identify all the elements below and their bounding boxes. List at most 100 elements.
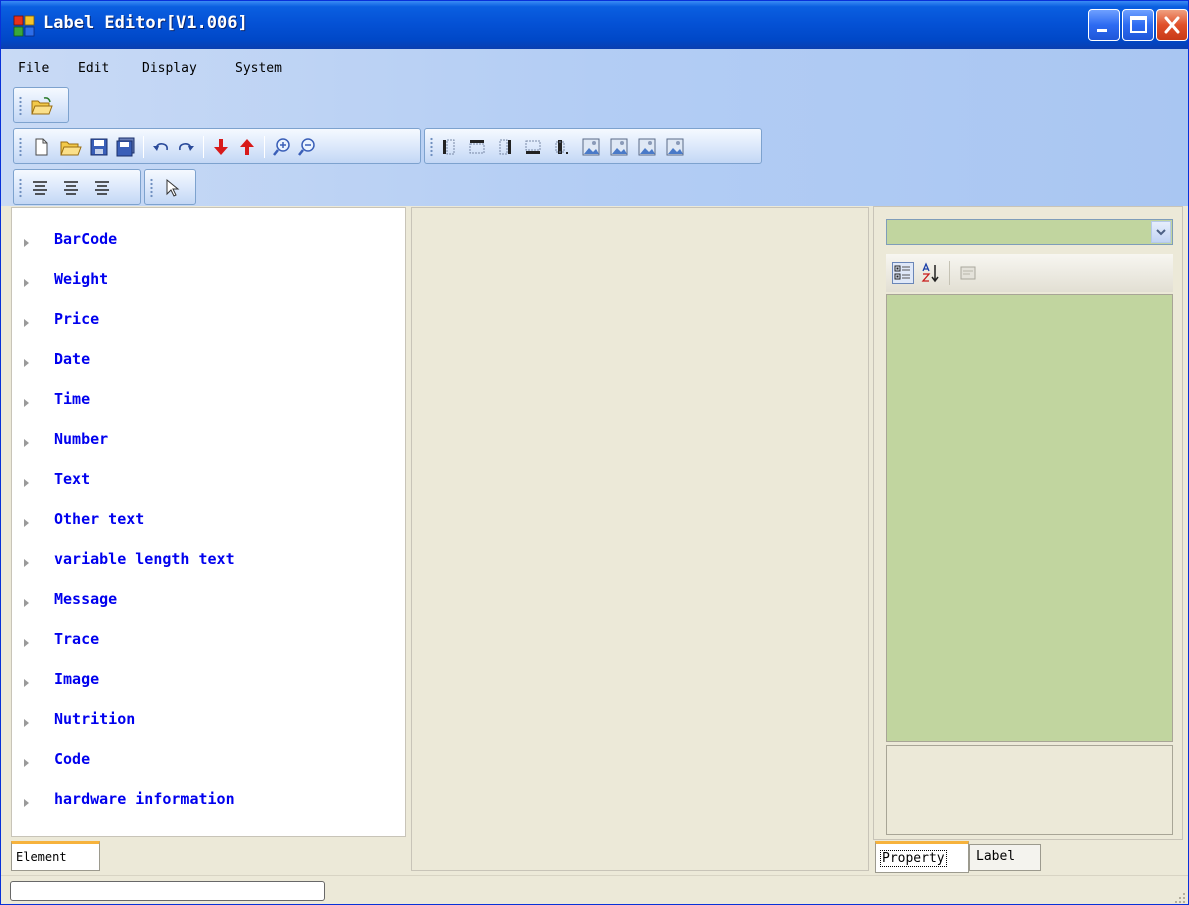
align-right-text-icon[interactable] [92, 178, 112, 198]
tree-item-label: variable length text [54, 550, 235, 568]
align-top-edge-icon[interactable] [467, 137, 487, 157]
expand-arrow-icon[interactable] [22, 794, 32, 807]
align-left-edge-icon[interactable] [439, 137, 459, 157]
align-left-text-icon[interactable] [30, 178, 50, 198]
redo-icon[interactable] [176, 137, 196, 157]
close-button[interactable] [1156, 9, 1188, 41]
save-icon[interactable] [89, 137, 109, 157]
expand-arrow-icon[interactable] [22, 714, 32, 727]
toolbar-separator [143, 136, 144, 158]
categorized-icon[interactable] [892, 262, 914, 284]
expand-arrow-icon[interactable] [22, 674, 32, 687]
menu-system[interactable]: System [235, 61, 282, 76]
zoom-in-icon[interactable] [272, 137, 292, 157]
expand-arrow-icon[interactable] [22, 434, 32, 447]
tree-item-label: Image [54, 670, 100, 688]
tree-item-label: Other text [54, 510, 145, 528]
tree-item-label: BarCode [54, 230, 118, 248]
tree-item-label: Trace [54, 630, 100, 648]
text-align-toolbar [13, 169, 141, 205]
element-tree-panel: BarCode Weight Price Date Time Number Te… [11, 207, 406, 837]
save-as-icon[interactable] [116, 137, 136, 157]
title-bar[interactable]: Label Editor[V1.006] [1, 1, 1188, 49]
maximize-button[interactable] [1122, 9, 1154, 41]
expand-arrow-icon[interactable] [22, 594, 32, 607]
status-bar [1, 875, 1188, 904]
toolbar-grip[interactable] [19, 96, 22, 116]
image-icon[interactable] [581, 137, 601, 157]
expand-arrow-icon[interactable] [22, 514, 32, 527]
toolbar-separator [203, 136, 204, 158]
tree-item-label: Weight [54, 270, 109, 288]
tab-element[interactable]: Element [11, 841, 100, 871]
tab-label[interactable]: Label [969, 844, 1041, 871]
window-title: Label Editor[V1.006] [43, 13, 248, 33]
resize-grip-icon[interactable] [1172, 889, 1186, 903]
tab-property-label: Property [880, 850, 947, 867]
expand-arrow-icon[interactable] [22, 474, 32, 487]
main-toolbar [13, 128, 421, 164]
property-grid[interactable] [886, 294, 1173, 742]
expand-arrow-icon[interactable] [22, 634, 32, 647]
command-area: File Edit Display System [1, 49, 1188, 206]
image-icon[interactable] [609, 137, 629, 157]
property-description [886, 745, 1173, 835]
menu-bar: File Edit Display System [1, 49, 1188, 87]
expand-arrow-icon[interactable] [22, 234, 32, 247]
tree-item-label: Time [54, 390, 91, 408]
image-icon[interactable] [665, 137, 685, 157]
app-icon[interactable] [13, 15, 35, 37]
zoom-out-icon[interactable] [297, 137, 317, 157]
tree-item-label: Code [54, 750, 91, 768]
toolbar-grip[interactable] [430, 137, 433, 157]
tab-property[interactable]: Property [875, 841, 969, 873]
undo-icon[interactable] [151, 137, 171, 157]
chevron-down-icon[interactable] [1151, 221, 1171, 243]
expand-arrow-icon[interactable] [22, 394, 32, 407]
toolbar-grip[interactable] [19, 178, 22, 198]
status-progress-bar [10, 881, 325, 901]
tree-item-label: Text [54, 470, 91, 488]
minimize-button[interactable] [1088, 9, 1120, 41]
open-icon[interactable] [60, 137, 82, 157]
align-center-text-icon[interactable] [61, 178, 81, 198]
layout-toolbar [424, 128, 762, 164]
align-right-edge-icon[interactable] [495, 137, 515, 157]
align-bottom-edge-icon[interactable] [523, 137, 543, 157]
expand-arrow-icon[interactable] [22, 354, 32, 367]
open-icon[interactable] [31, 96, 53, 116]
pointer-toolbar [144, 169, 196, 205]
menu-file[interactable]: File [18, 61, 49, 76]
expand-arrow-icon[interactable] [22, 314, 32, 327]
property-pages-icon[interactable] [958, 263, 978, 283]
tree-item-label: Nutrition [54, 710, 136, 728]
expand-arrow-icon[interactable] [22, 274, 32, 287]
tree-item-label: Date [54, 350, 91, 368]
menu-edit[interactable]: Edit [78, 61, 109, 76]
property-toolbar [886, 254, 1173, 292]
toolbar-separator [949, 261, 950, 285]
label-canvas[interactable] [411, 207, 869, 871]
expand-arrow-icon[interactable] [22, 554, 32, 567]
new-icon[interactable] [31, 137, 51, 157]
menu-display[interactable]: Display [142, 61, 197, 76]
tree-item-label: Message [54, 590, 118, 608]
pointer-icon[interactable] [162, 178, 182, 198]
toolbar-separator [264, 136, 265, 158]
move-up-icon[interactable] [237, 137, 257, 157]
tree-item-label: hardware information [54, 790, 235, 808]
image-icon[interactable] [637, 137, 657, 157]
expand-arrow-icon[interactable] [22, 754, 32, 767]
tab-element-label: Element [16, 850, 67, 864]
alphabetical-sort-icon[interactable] [920, 262, 942, 284]
move-down-icon[interactable] [211, 137, 231, 157]
tab-label-label: Label [976, 849, 1016, 864]
open-toolbar [13, 87, 69, 123]
toolbar-grip[interactable] [19, 137, 22, 157]
toolbar-grip[interactable] [150, 178, 153, 198]
tree-item-label: Number [54, 430, 109, 448]
property-panel [873, 206, 1183, 840]
object-selector[interactable] [886, 219, 1173, 245]
align-center-icon[interactable] [551, 137, 571, 157]
application-window: Label Editor[V1.006] File Edit Display S… [0, 0, 1189, 905]
